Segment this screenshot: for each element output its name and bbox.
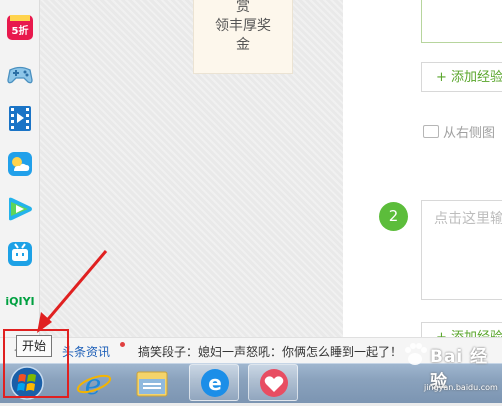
image-hint: 从右侧图: [423, 122, 495, 141]
baidu-watermark: Bai 经验 jingyan.baidu.com: [400, 342, 500, 400]
iqiyi-icon[interactable]: iQIYI: [5, 286, 34, 314]
file-explorer-icon[interactable]: [127, 364, 177, 401]
news-headline-link[interactable]: 搞笑段子：媳妇一声怒吼：你俩怎么睡到一起了！: [138, 343, 402, 360]
reward-line-3: 金: [236, 37, 250, 53]
step-number-badge: 2: [379, 202, 408, 231]
weather-icon[interactable]: [6, 150, 34, 178]
image-icon: [423, 125, 439, 138]
svg-text:e: e: [208, 371, 222, 395]
step-1-input[interactable]: [421, 0, 502, 43]
reward-card: 赏 领丰厚奖 金: [193, 0, 293, 74]
image-hint-text: 从右侧图: [443, 126, 496, 141]
svg-text:e: e: [85, 368, 102, 401]
reward-line-2: 领丰厚奖: [215, 18, 271, 34]
unread-dot: [120, 342, 125, 347]
browser-e-icon[interactable]: e: [189, 364, 239, 401]
internet-explorer-icon[interactable]: e: [69, 364, 119, 401]
add-step-button-top[interactable]: + 添加经验: [421, 62, 502, 92]
watermark-url: jingyan.baidu.com: [424, 383, 498, 392]
paw-logo-icon: [405, 343, 427, 365]
step-2-placeholder: 点击这里输: [434, 211, 502, 227]
5zhe-badge-text: 5折: [12, 24, 29, 37]
game-controller-icon[interactable]: [6, 60, 34, 88]
step-editor-panel: + 添加经验 从右侧图 2 点击这里输 + 添加经验: [343, 0, 502, 363]
bilibili-icon[interactable]: [6, 240, 34, 268]
video-player-icon[interactable]: [6, 104, 34, 132]
step-2-input[interactable]: 点击这里输: [421, 200, 502, 300]
heart-app-icon[interactable]: [248, 364, 298, 401]
annotation-highlight-box: [3, 329, 69, 398]
reward-line-1: 赏: [236, 0, 250, 15]
news-source-link[interactable]: 头条资讯: [62, 343, 110, 360]
tencent-video-icon[interactable]: [6, 195, 34, 223]
5zhe-app-icon[interactable]: 5折: [6, 13, 34, 41]
iqiyi-label: iQIYI: [6, 295, 34, 308]
left-dock: 5折 iQIYI: [0, 0, 40, 363]
